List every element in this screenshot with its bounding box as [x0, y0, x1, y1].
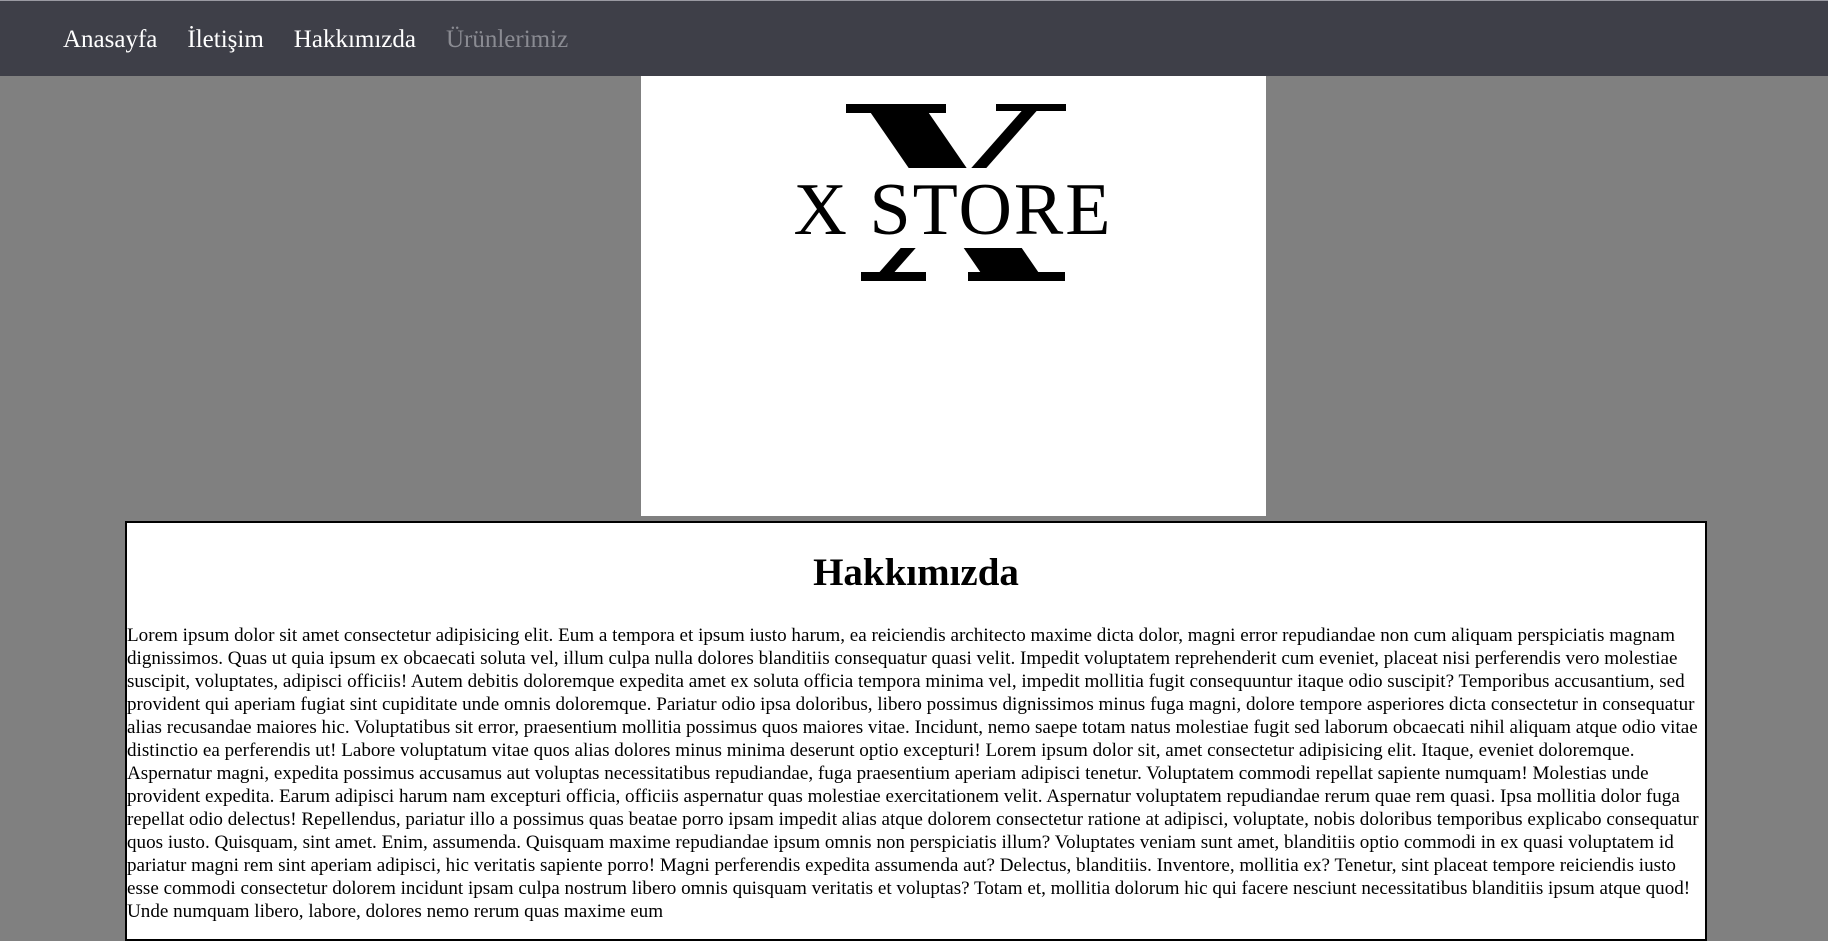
logo-wordmark: X STORE [794, 169, 1113, 251]
nav-item-anasayfa: Anasayfa [63, 27, 157, 52]
nav-item-urunlerimiz: Ürünlerimiz [446, 27, 568, 52]
nav-menu: Anasayfa İletişim Hakkımızda Ürünlerimiz [63, 1, 568, 77]
nav-link-anasayfa[interactable]: Anasayfa [63, 26, 157, 53]
nav-item-hakkimizda: Hakkımızda [294, 27, 416, 52]
nav-item-iletisim: İletişim [187, 27, 263, 52]
about-section: Hakkımızda Lorem ipsum dolor sit amet co… [125, 521, 1707, 941]
x-store-logo: X STORE [771, 104, 1136, 281]
nav-link-hakkimizda[interactable]: Hakkımızda [294, 26, 416, 53]
about-title: Hakkımızda [813, 551, 1019, 594]
store-logo-image: X STORE [641, 76, 1266, 516]
top-navbar: Anasayfa İletişim Hakkımızda Ürünlerimiz [0, 0, 1828, 76]
nav-link-urunlerimiz[interactable]: Ürünlerimiz [446, 26, 568, 53]
about-body-text: Lorem ipsum dolor sit amet consectetur a… [127, 624, 1699, 922]
nav-link-iletisim[interactable]: İletişim [187, 26, 263, 53]
